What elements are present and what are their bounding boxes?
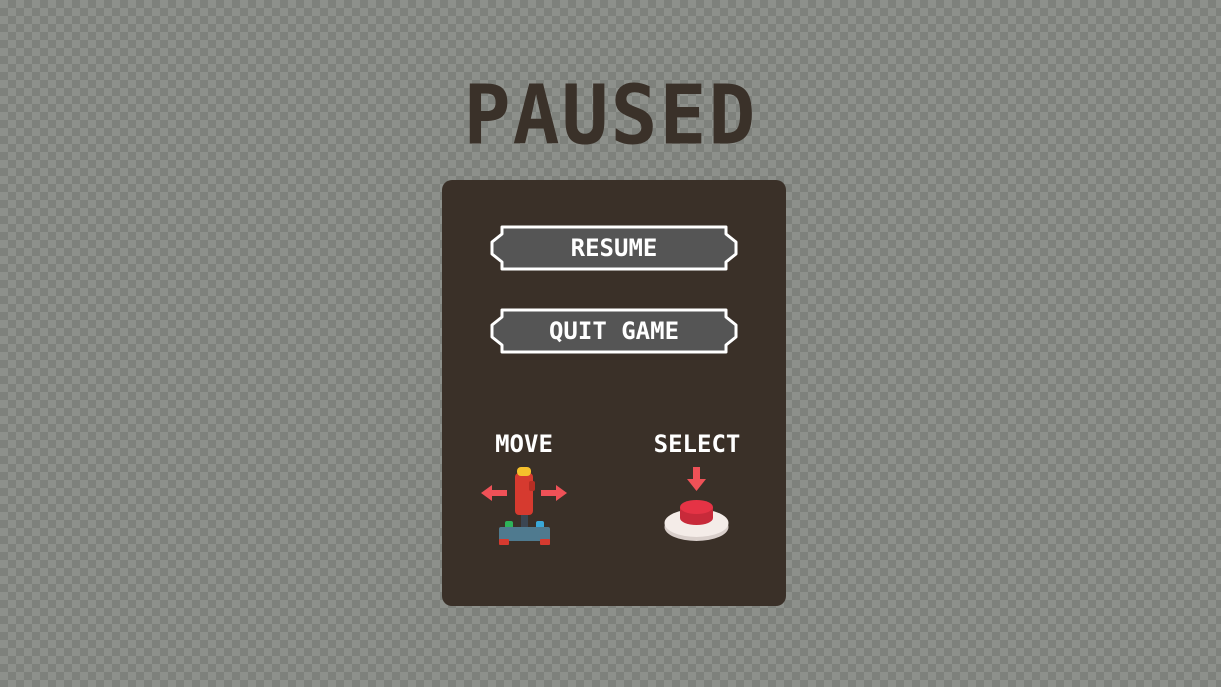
pause-menu-panel: RESUME QUIT GAME MOVE SELECT <box>442 180 786 606</box>
select-control-hint: SELECT <box>637 427 757 549</box>
push-button-icon <box>664 467 729 541</box>
move-control-hint: MOVE <box>464 427 584 549</box>
quit-game-label: QUIT GAME <box>548 317 680 345</box>
move-label: MOVE <box>495 430 553 458</box>
select-label: SELECT <box>653 430 741 458</box>
quit-game-button[interactable]: QUIT GAME <box>488 308 740 354</box>
resume-label: RESUME <box>570 234 658 262</box>
pause-title: PAUSED <box>463 68 758 164</box>
resume-button[interactable]: RESUME <box>488 225 740 271</box>
joystick-icon <box>481 467 567 545</box>
